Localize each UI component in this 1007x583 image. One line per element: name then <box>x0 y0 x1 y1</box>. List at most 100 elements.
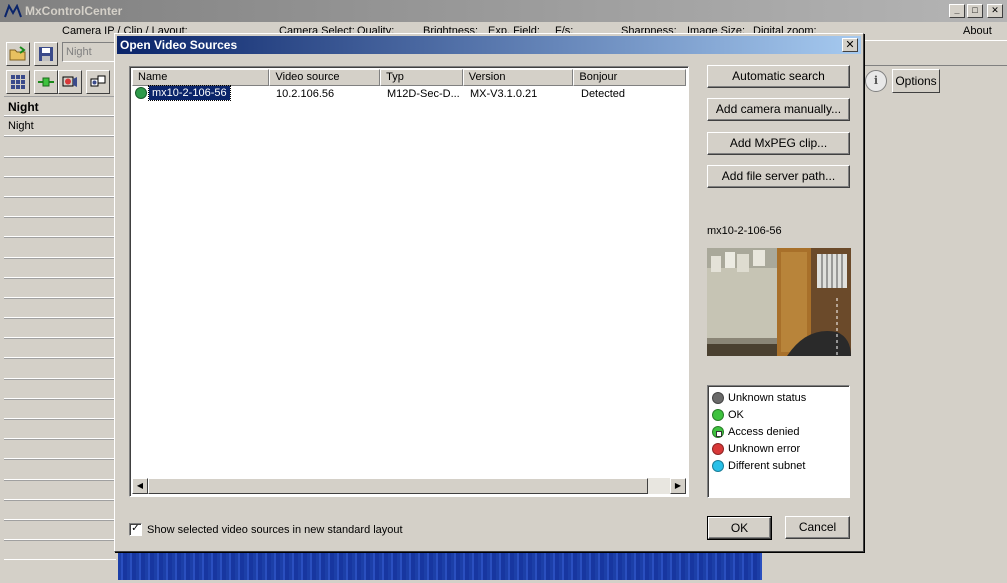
column-header-name[interactable]: Name <box>132 69 270 86</box>
right-control-strip <box>862 40 1007 66</box>
legend-label: Access denied <box>728 425 800 438</box>
layout-list-item[interactable] <box>4 519 116 541</box>
layout-input[interactable]: Night <box>62 42 118 62</box>
layout-list-item[interactable] <box>4 217 116 238</box>
column-header-version[interactable]: Version <box>462 69 574 86</box>
dialog-title: Open Video Sources <box>120 38 238 52</box>
grid-icon <box>11 75 25 89</box>
layout-list-item[interactable] <box>4 257 116 278</box>
save-button[interactable] <box>34 42 58 66</box>
layout-list-item[interactable] <box>4 378 116 399</box>
red-status-icon <box>712 442 724 455</box>
layout-list-item[interactable] <box>4 479 116 500</box>
options-button[interactable]: Options <box>892 69 940 93</box>
legend-item: Different subnet <box>712 457 845 474</box>
network-button[interactable] <box>34 70 58 94</box>
legend-item: Access denied <box>712 423 845 440</box>
column-header-video-source[interactable]: Video source <box>269 69 381 86</box>
lock-status-icon <box>712 425 724 438</box>
list-header: Name Video source Typ Version Bonjour <box>132 69 686 86</box>
maximize-button[interactable]: □ <box>967 4 983 18</box>
floppy-disk-icon <box>39 47 53 61</box>
layout-list-item[interactable] <box>4 156 116 177</box>
row-bonjour: Detected <box>581 88 626 100</box>
video-sources-list[interactable]: Name Video source Typ Version Bonjour mx… <box>129 66 689 497</box>
row-video-source: 10.2.106.56 <box>276 88 335 100</box>
cyan-status-icon <box>712 459 724 472</box>
camera-record-button[interactable] <box>58 70 82 94</box>
layout-list-item[interactable]: Night <box>4 116 116 137</box>
layout-list-item[interactable] <box>4 459 116 480</box>
table-row[interactable]: mx10-2-106-56 10.2.106.56 M12D-Sec-D... … <box>132 85 686 103</box>
minimize-button[interactable]: _ <box>949 4 965 18</box>
layout-list-item[interactable] <box>4 297 116 319</box>
show-in-layout-option[interactable]: ✓ Show selected video sources in new sta… <box>129 523 403 536</box>
video-camera-icon <box>62 76 77 87</box>
app-title: MxControlCenter <box>25 4 123 18</box>
layout-list-item[interactable] <box>4 419 116 440</box>
row-typ: M12D-Sec-D... <box>387 88 460 100</box>
camera-preview-name: mx10-2-106-56 <box>707 225 782 237</box>
open-folder-button[interactable] <box>6 42 30 66</box>
legend-item: OK <box>712 406 845 423</box>
layout-list-item[interactable] <box>4 439 116 460</box>
layout-list-item[interactable] <box>4 176 116 197</box>
camera-group-icon <box>90 75 106 87</box>
legend-label: OK <box>728 408 744 421</box>
layout-list-header[interactable]: Night <box>4 96 116 117</box>
scroll-thumb[interactable] <box>148 478 648 494</box>
show-in-layout-checkbox[interactable]: ✓ <box>129 523 142 536</box>
grid-layout-button[interactable] <box>6 70 30 94</box>
row-version: MX-V3.1.0.21 <box>470 88 538 100</box>
close-window-button[interactable]: ✕ <box>987 4 1003 18</box>
column-header-bonjour[interactable]: Bonjour <box>573 69 686 86</box>
dialog-close-button[interactable]: ✕ <box>842 38 858 52</box>
layout-list-item[interactable] <box>4 398 116 419</box>
layout-list-item[interactable] <box>4 338 116 359</box>
legend-label: Unknown status <box>728 391 807 404</box>
horizontal-scrollbar[interactable]: ◀ ▶ <box>132 478 686 494</box>
layout-list-item[interactable] <box>4 136 116 157</box>
mobotix-logo-icon <box>4 4 22 18</box>
info-icon: i <box>873 74 879 87</box>
show-in-layout-label: Show selected video sources in new stand… <box>147 523 403 536</box>
add-camera-manually-button[interactable]: Add camera manually... <box>707 98 850 121</box>
column-header-typ[interactable]: Typ <box>380 69 463 86</box>
status-ok-icon <box>135 87 147 99</box>
main-title-bar[interactable]: MxControlCenter _ □ ✕ <box>0 0 1007 22</box>
camera-snapshot-icon <box>707 248 851 356</box>
layout-list-item[interactable] <box>4 358 116 379</box>
scroll-right-button[interactable]: ▶ <box>670 478 686 494</box>
legend-item: Unknown status <box>712 389 845 406</box>
legend-item: Unknown error <box>712 440 845 457</box>
camera-preview-image <box>707 248 851 356</box>
dialog-title-bar[interactable]: Open Video Sources ✕ <box>117 36 861 54</box>
close-icon: ✕ <box>845 39 855 51</box>
ok-button[interactable]: OK <box>707 516 772 540</box>
network-plug-icon <box>38 77 54 87</box>
info-button[interactable]: i <box>865 70 887 92</box>
layout-list-item[interactable] <box>4 277 116 298</box>
layout-list-item[interactable] <box>4 237 116 258</box>
folder-open-icon <box>9 46 26 61</box>
row-name: mx10-2-106-56 <box>148 85 231 101</box>
scroll-left-button[interactable]: ◀ <box>132 478 148 494</box>
green-status-icon <box>712 408 724 421</box>
gray-status-icon <box>712 391 724 404</box>
legend-label: Unknown error <box>728 442 801 455</box>
video-background <box>118 550 762 580</box>
about-menu[interactable]: About <box>963 25 992 37</box>
add-mxpeg-clip-button[interactable]: Add MxPEG clip... <box>707 132 850 155</box>
layout-list-item[interactable] <box>4 318 116 339</box>
status-legend: Unknown status OK Access denied Unknown err… <box>707 385 850 498</box>
add-file-server-path-button[interactable]: Add file server path... <box>707 165 850 188</box>
layout-list: Night Night <box>4 96 116 561</box>
cancel-button[interactable]: Cancel <box>785 516 850 539</box>
layout-list-item[interactable] <box>4 196 116 218</box>
layout-list-item[interactable] <box>4 499 116 520</box>
open-video-sources-dialog: Open Video Sources ✕ Name Video source T… <box>114 33 864 552</box>
automatic-search-button[interactable]: Automatic search <box>707 65 850 88</box>
camera-group-button[interactable] <box>86 70 110 94</box>
layout-list-item[interactable] <box>4 540 116 561</box>
legend-label: Different subnet <box>728 459 806 472</box>
